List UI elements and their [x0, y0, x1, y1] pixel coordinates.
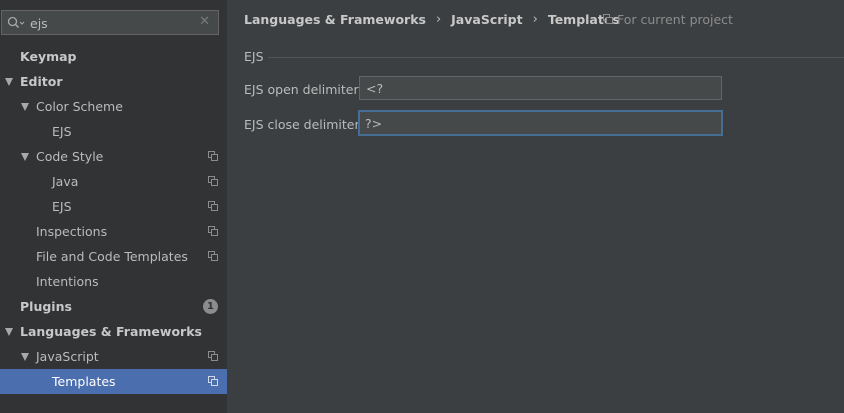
- copy-icon: [208, 201, 218, 211]
- sidebar-item-label: File and Code Templates: [36, 249, 188, 264]
- sidebar-item-label: Intentions: [36, 274, 99, 289]
- sidebar-item-file-and-code-templates[interactable]: File and Code Templates: [0, 244, 227, 269]
- project-scope-label: For current project: [617, 11, 733, 27]
- copy-icon: [208, 251, 218, 261]
- sidebar-item-label: Editor: [20, 74, 63, 89]
- sidebar-item-color-scheme[interactable]: Color Scheme: [0, 94, 227, 119]
- breadcrumb-separator: ›: [435, 11, 442, 27]
- breadcrumb-item: JavaScript: [451, 11, 523, 27]
- sidebar-item-code-style-ejs[interactable]: EJS: [0, 194, 227, 219]
- sidebar-item-label: JavaScript: [36, 349, 99, 364]
- sidebar-item-plugins[interactable]: Plugins 1: [0, 294, 227, 319]
- sidebar-item-intentions[interactable]: Intentions: [0, 269, 227, 294]
- sidebar-item-inspections[interactable]: Inspections: [0, 219, 227, 244]
- sidebar-item-code-style-java[interactable]: Java: [0, 169, 227, 194]
- sidebar-item-label: EJS: [52, 124, 72, 139]
- sidebar-item-editor[interactable]: Editor: [0, 69, 227, 94]
- section-title: EJS: [244, 49, 264, 64]
- close-delimiter-input[interactable]: [358, 110, 723, 136]
- sidebar-item-label: EJS: [52, 199, 72, 214]
- sidebar-item-javascript[interactable]: JavaScript: [0, 344, 227, 369]
- open-delimiter-input[interactable]: [359, 76, 722, 100]
- search-icon[interactable]: [7, 16, 25, 30]
- expand-arrow-icon[interactable]: [5, 78, 13, 86]
- breadcrumb-item: Languages & Frameworks: [244, 11, 426, 27]
- sidebar-item-label: Languages & Frameworks: [20, 324, 202, 339]
- clear-icon[interactable]: ✕: [199, 14, 210, 30]
- copy-icon: [208, 176, 218, 186]
- search-box[interactable]: ✕: [1, 10, 219, 35]
- open-delimiter-label: EJS open delimiter:: [244, 82, 363, 97]
- copy-icon: [208, 351, 218, 361]
- sidebar-item-code-style[interactable]: Code Style: [0, 144, 227, 169]
- section-divider: [268, 57, 844, 58]
- close-delimiter-label: EJS close delimiter:: [244, 117, 364, 132]
- expand-arrow-icon[interactable]: [21, 153, 29, 161]
- sidebar-item-keymap[interactable]: Keymap: [0, 44, 227, 69]
- breadcrumb-separator: ›: [532, 11, 538, 27]
- sidebar-item-label: Java: [52, 174, 79, 189]
- expand-arrow-icon[interactable]: [5, 328, 13, 336]
- sidebar-item-label: Color Scheme: [36, 99, 123, 114]
- sidebar-item-label: Plugins: [20, 299, 72, 314]
- breadcrumb: Languages & Frameworks › JavaScript › Te…: [244, 10, 620, 28]
- sidebar-item-color-scheme-ejs[interactable]: EJS: [0, 119, 227, 144]
- sidebar-item-label: Inspections: [36, 224, 108, 239]
- expand-arrow-icon[interactable]: [21, 103, 29, 111]
- plugins-update-badge: 1: [203, 299, 218, 314]
- copy-icon: [603, 14, 613, 24]
- copy-icon: [208, 226, 218, 236]
- expand-arrow-icon[interactable]: [21, 353, 29, 361]
- settings-sidebar: ✕ Keymap Editor Color Scheme EJS Code St…: [0, 0, 227, 413]
- project-scope-indicator: For current project: [603, 10, 733, 28]
- sidebar-item-label: Code Style: [36, 149, 104, 164]
- search-input[interactable]: [30, 14, 195, 32]
- copy-icon: [208, 376, 218, 386]
- sidebar-item-languages-frameworks[interactable]: Languages & Frameworks: [0, 319, 227, 344]
- copy-icon: [208, 151, 218, 161]
- sidebar-item-label: Templates: [52, 374, 116, 389]
- sidebar-item-templates[interactable]: Templates: [0, 369, 227, 394]
- sidebar-item-label: Keymap: [20, 49, 77, 64]
